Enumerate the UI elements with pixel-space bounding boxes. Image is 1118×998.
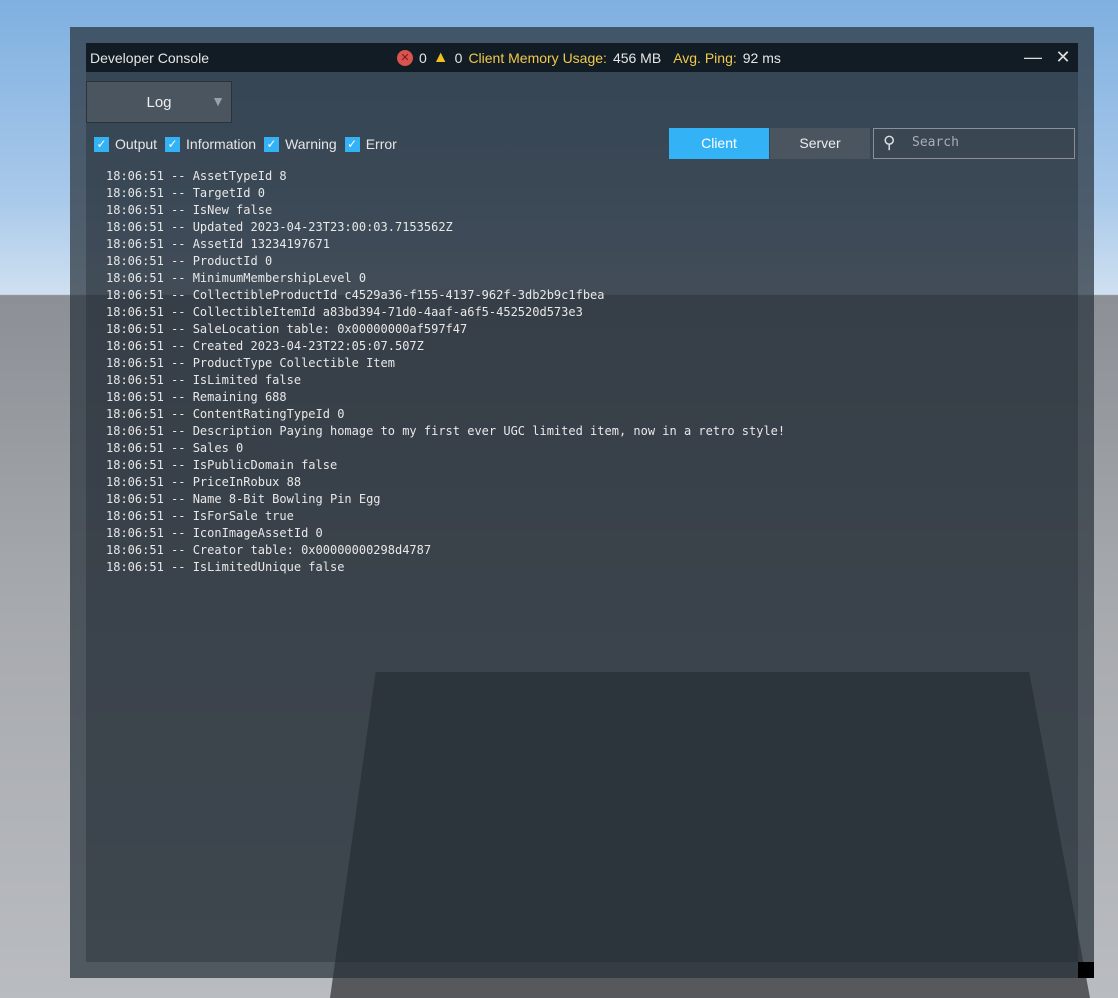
ping-label: Avg. Ping:: [673, 50, 737, 66]
information-label: Information: [186, 136, 257, 152]
warning-checkbox[interactable]: ✓: [264, 136, 280, 152]
ping-value: 92 ms: [742, 50, 781, 66]
title-bar[interactable]: Developer Console ✕ 0 ▲ 0 Client Memory …: [86, 43, 1078, 72]
resize-handle[interactable]: [1078, 962, 1094, 978]
log-line: 18:06:51 -- TargetId 0: [106, 186, 265, 200]
warning-label: Warning: [285, 136, 337, 152]
warning-icon: ▲: [432, 49, 449, 66]
view-dropdown-value: Log: [146, 94, 172, 111]
log-output: 18:06:51 -- AssetTypeId 8 18:06:51 -- Tar…: [106, 168, 785, 576]
error-count: 0: [419, 50, 427, 66]
error-checkbox[interactable]: ✓: [344, 136, 360, 152]
log-line: 18:06:51 -- Remaining 688: [106, 390, 287, 404]
log-line: 18:06:51 -- IsPublicDomain false: [106, 458, 338, 472]
tab-server[interactable]: Server: [770, 128, 870, 159]
output-checkbox[interactable]: ✓: [94, 136, 109, 152]
output-label: Output: [115, 136, 158, 152]
log-line: 18:06:51 -- Sales 0: [106, 441, 244, 455]
minimize-button[interactable]: —: [1022, 46, 1044, 68]
error-label: Error: [365, 136, 397, 152]
log-line: 18:06:51 -- AssetTypeId 8: [106, 169, 287, 183]
log-line: 18:06:51 -- Updated 2023-04-23T23:00:03.…: [106, 220, 453, 234]
search-icon: ⚲: [883, 133, 896, 152]
log-line: 18:06:51 -- ContentRatingTypeId 0: [106, 407, 345, 421]
log-line: 18:06:51 -- Name 8-Bit Bowling Pin Egg: [106, 492, 381, 506]
log-line: 18:06:51 -- IsLimitedUnique false: [106, 560, 345, 574]
log-line: 18:06:51 -- Created 2023-04-23T22:05:07.…: [106, 339, 424, 353]
log-line: 18:06:51 -- ProductId 0: [106, 254, 273, 268]
chevron-down-icon: ▼: [211, 93, 225, 109]
log-line: 18:06:51 -- AssetId 13234197671: [106, 237, 330, 251]
log-line: 18:06:51 -- IconImageAssetId 0: [106, 526, 323, 540]
log-line: 18:06:51 -- IsNew false: [106, 203, 273, 217]
developer-console-window: Developer Console ✕ 0 ▲ 0 Client Memory …: [70, 27, 1094, 978]
log-line: 18:06:51 -- ProductType Collectible Item: [106, 356, 395, 370]
log-line: 18:06:51 -- IsForSale true: [106, 509, 294, 523]
log-line: 18:06:51 -- Creator table: 0x00000000298…: [106, 543, 432, 557]
log-line: 18:06:51 -- Description Paying homage to…: [106, 424, 786, 438]
log-line: 18:06:51 -- CollectibleItemId a83bd394-7…: [106, 305, 583, 319]
log-line: 18:06:51 -- PriceInRobux 88: [106, 475, 302, 489]
memory-value: 456 MB: [612, 50, 662, 66]
log-line: 18:06:51 -- MinimumMembershipLevel 0: [106, 271, 367, 285]
information-checkbox[interactable]: ✓: [165, 136, 181, 152]
tab-client[interactable]: Client: [669, 128, 769, 159]
search-box[interactable]: ⚲: [873, 128, 1075, 159]
error-icon: ✕: [397, 50, 413, 66]
search-input[interactable]: [910, 134, 1064, 151]
window-title: Developer Console: [90, 50, 210, 66]
stats-bar: ✕ 0 ▲ 0 Client Memory Usage: 456 MB Avg.…: [397, 49, 781, 67]
log-line: 18:06:51 -- IsLimited false: [106, 373, 302, 387]
log-filters: ✓ Output ✓ Information ✓ Warning ✓ Error: [90, 136, 401, 152]
log-line: 18:06:51 -- CollectibleProductId c4529a3…: [106, 288, 605, 302]
memory-label: Client Memory Usage:: [468, 50, 607, 66]
close-button[interactable]: ✕: [1052, 46, 1074, 68]
view-dropdown[interactable]: Log ▼: [86, 81, 232, 123]
log-line: 18:06:51 -- SaleLocation table: 0x000000…: [106, 322, 468, 336]
warning-count: 0: [454, 50, 463, 66]
